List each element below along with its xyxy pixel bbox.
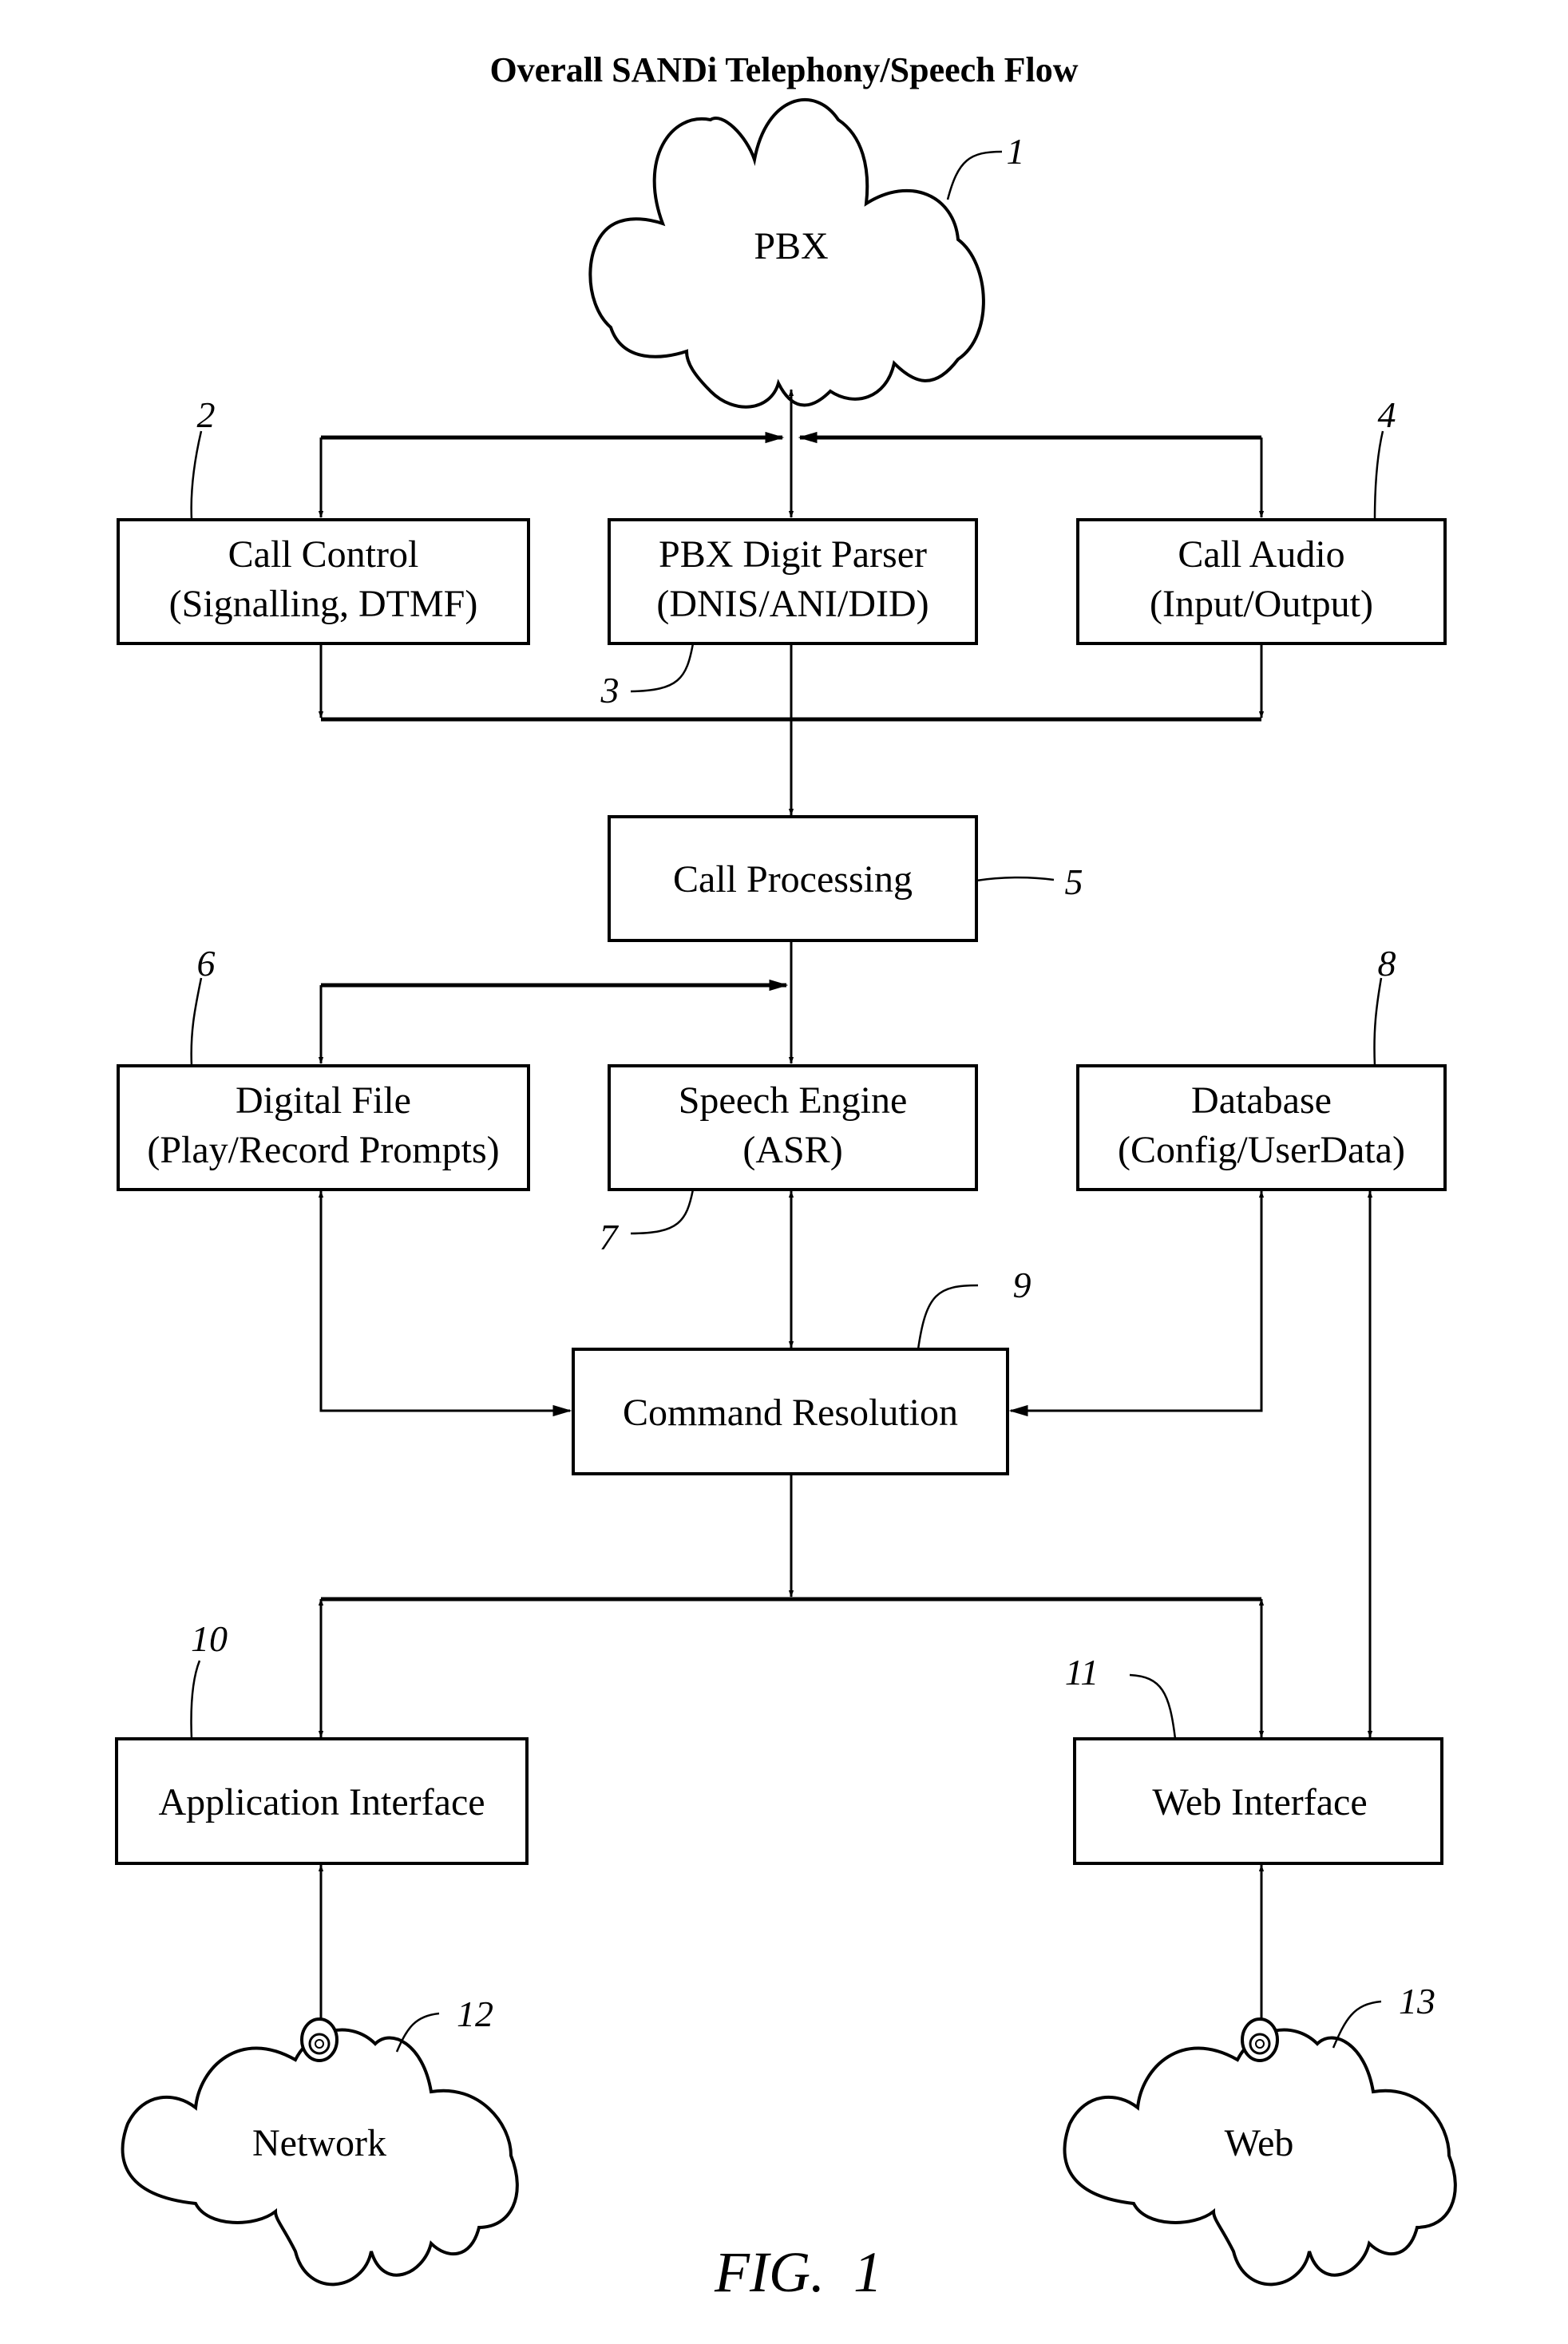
ref-leader-11	[1129, 1673, 1177, 1740]
pbx-digit-parser-subtitle: (DNIS/ANI/DID)	[656, 583, 929, 625]
command-resolution-box: Command Resolution	[572, 1348, 1009, 1475]
web-label: Web	[1225, 2122, 1294, 2164]
pbx-digit-parser-box: PBX Digit Parser (DNIS/ANI/DID)	[608, 518, 978, 645]
diagram-title: Overall SANDi Telephony/Speech Flow	[489, 50, 1078, 89]
ref-11: 11	[1065, 1652, 1099, 1693]
call-control-box: Call Control (Signalling, DTMF)	[117, 518, 530, 645]
database-title: Database	[1191, 1079, 1332, 1122]
ref-8: 8	[1378, 943, 1396, 984]
database-command-arrow	[1008, 1190, 1265, 1417]
database-subtitle: (Config/UserData)	[1118, 1129, 1405, 1171]
call-control-title: Call Control	[228, 533, 419, 576]
ref-6: 6	[197, 943, 216, 984]
call-control-subtitle: (Signalling, DTMF)	[169, 583, 478, 625]
ref-7: 7	[600, 1217, 620, 1257]
ref-leader-6	[190, 977, 203, 1067]
digital-file-subtitle: (Play/Record Prompts)	[147, 1129, 499, 1171]
ref-3: 3	[600, 670, 620, 711]
ref-leader-1	[946, 150, 1003, 200]
digital-file-title: Digital File	[236, 1079, 411, 1122]
ref-1: 1	[1007, 131, 1025, 172]
ref-leader-7	[630, 1189, 695, 1235]
speech-engine-title: Speech Engine	[679, 1079, 908, 1122]
call-processing-box: Call Processing	[608, 815, 978, 942]
flow-diagram: Overall SANDi Telephony/Speech Flow PBX …	[115, 50, 1457, 2304]
web-interface-box: Web Interface	[1073, 1737, 1443, 1865]
web-interface-label: Web Interface	[1152, 1781, 1367, 1823]
speech-engine-subtitle: (ASR)	[742, 1129, 842, 1171]
call-audio-subtitle: (Input/Output)	[1150, 583, 1373, 625]
digital-file-command-arrow	[318, 1190, 572, 1417]
ref-10: 10	[191, 1618, 228, 1659]
pbx-digit-parser-title: PBX Digit Parser	[659, 533, 927, 576]
ref-12: 12	[457, 1994, 493, 2034]
ref-leader-9	[917, 1284, 979, 1350]
call-audio-box: Call Audio (Input/Output)	[1076, 518, 1447, 645]
web-connector-icon	[1241, 2017, 1279, 2062]
application-interface-label: Application Interface	[158, 1781, 485, 1823]
ref-leader-2	[190, 430, 203, 521]
ref-leader-10	[190, 1660, 201, 1740]
command-resolution-label: Command Resolution	[623, 1392, 958, 1434]
network-connector-icon	[300, 2017, 339, 2062]
application-interface-box: Application Interface	[115, 1737, 529, 1865]
ref-2: 2	[197, 394, 216, 435]
pbx-cloud: PBX	[588, 98, 985, 409]
figure-label: FIG. 1	[714, 2240, 882, 2304]
call-audio-title: Call Audio	[1178, 533, 1344, 576]
ref-5: 5	[1065, 861, 1083, 902]
database-box: Database (Config/UserData)	[1076, 1064, 1447, 1191]
network-label: Network	[252, 2122, 386, 2164]
ref-13: 13	[1399, 1981, 1435, 2021]
ref-leader-3	[630, 643, 695, 693]
ref-leader-5	[976, 876, 1055, 882]
pbx-label: PBX	[754, 225, 828, 267]
ref-4: 4	[1378, 394, 1396, 435]
speech-engine-box: Speech Engine (ASR)	[608, 1064, 978, 1191]
digital-file-box: Digital File (Play/Record Prompts)	[117, 1064, 530, 1191]
ref-9: 9	[1013, 1265, 1031, 1305]
call-processing-label: Call Processing	[673, 858, 913, 901]
ref-leader-8	[1373, 977, 1383, 1067]
ref-leader-4	[1373, 430, 1384, 521]
network-cloud: Network	[121, 2017, 519, 2287]
web-cloud: Web	[1063, 2017, 1457, 2287]
